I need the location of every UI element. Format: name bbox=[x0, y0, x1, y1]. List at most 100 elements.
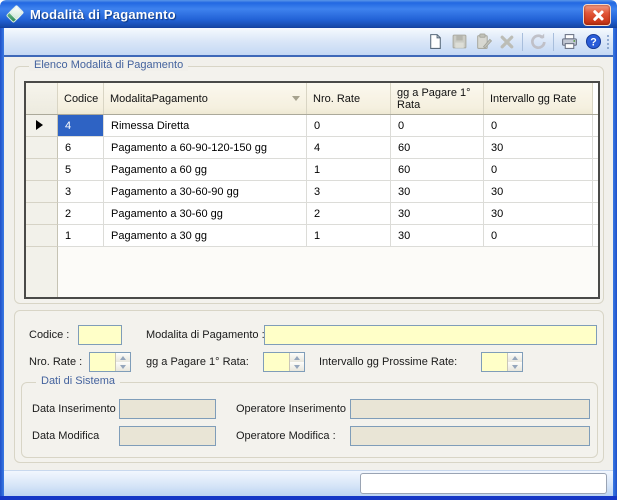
modalita-label: Modalita di Pagamento : bbox=[146, 325, 265, 345]
nro-rate-stepper[interactable] bbox=[89, 352, 131, 372]
client-area: Elenco Modalità di Pagamento Codice Moda… bbox=[4, 57, 613, 470]
grid-header-nro-rate[interactable]: Nro. Rate bbox=[307, 83, 391, 114]
cell-codice[interactable]: 6 bbox=[58, 137, 104, 159]
cell-nro-rate[interactable]: 0 bbox=[307, 115, 391, 137]
help-icon: ? bbox=[585, 33, 602, 50]
cell-gg-pagare[interactable]: 0 bbox=[391, 115, 484, 137]
toolbar-separator bbox=[553, 33, 554, 51]
app-window: Modalità di Pagamento bbox=[0, 0, 617, 500]
cell-gg-pagare[interactable]: 30 bbox=[391, 181, 484, 203]
grid-header-intervallo[interactable]: Intervallo gg Rate bbox=[484, 83, 593, 114]
row-selector-cell[interactable] bbox=[26, 137, 58, 159]
titlebar[interactable]: Modalità di Pagamento bbox=[0, 0, 617, 28]
table-row[interactable]: 3 Pagamento a 30-60-90 gg 3 30 30 bbox=[26, 181, 598, 203]
intervallo-stepper[interactable] bbox=[481, 352, 523, 372]
window-title: Modalità di Pagamento bbox=[30, 7, 176, 22]
cell-nro-rate[interactable]: 2 bbox=[307, 203, 391, 225]
table-row[interactable]: 1 Pagamento a 30 gg 1 30 0 bbox=[26, 225, 598, 247]
spin-up-icon[interactable] bbox=[290, 353, 304, 362]
cell-codice[interactable]: 3 bbox=[58, 181, 104, 203]
new-button[interactable] bbox=[423, 30, 447, 53]
cell-gg-pagare[interactable]: 30 bbox=[391, 225, 484, 247]
grid-header-gg-pagare[interactable]: gg a Pagare 1° Rata bbox=[391, 83, 484, 114]
cell-nro-rate[interactable]: 1 bbox=[307, 159, 391, 181]
cell-nro-rate[interactable]: 4 bbox=[307, 137, 391, 159]
delete-button bbox=[495, 30, 519, 53]
table-row[interactable]: 6 Pagamento a 60-90-120-150 gg 4 60 30 bbox=[26, 137, 598, 159]
save-button bbox=[447, 30, 471, 53]
spin-down-icon[interactable] bbox=[508, 362, 522, 371]
gg-pagare-stepper[interactable] bbox=[263, 352, 305, 372]
nro-rate-label: Nro. Rate : bbox=[29, 352, 82, 372]
cell-intervallo[interactable]: 30 bbox=[484, 203, 593, 225]
spin-up-icon[interactable] bbox=[508, 353, 522, 362]
cell-modalita[interactable]: Rimessa Diretta bbox=[104, 115, 307, 137]
cell-intervallo[interactable]: 0 bbox=[484, 225, 593, 247]
nro-rate-input[interactable] bbox=[90, 353, 115, 371]
sort-arrow-icon bbox=[292, 96, 300, 101]
cell-gg-pagare[interactable]: 60 bbox=[391, 159, 484, 181]
row-selector-cell[interactable] bbox=[26, 225, 58, 247]
spin-down-icon[interactable] bbox=[116, 362, 130, 371]
close-button[interactable] bbox=[583, 4, 611, 26]
cell-modalita[interactable]: Pagamento a 60-90-120-150 gg bbox=[104, 137, 307, 159]
intervallo-input[interactable] bbox=[482, 353, 507, 371]
cell-filler bbox=[593, 115, 600, 137]
cell-codice[interactable]: 2 bbox=[58, 203, 104, 225]
cell-intervallo[interactable]: 0 bbox=[484, 159, 593, 181]
grid-header-modalita[interactable]: ModalitaPagamento bbox=[104, 83, 307, 114]
spin-down-icon[interactable] bbox=[290, 362, 304, 371]
cell-gg-pagare[interactable]: 30 bbox=[391, 203, 484, 225]
data-inserimento-field bbox=[119, 399, 216, 419]
cell-codice[interactable]: 4 bbox=[58, 115, 104, 137]
cell-intervallo[interactable]: 30 bbox=[484, 181, 593, 203]
gg-pagare-label: gg a Pagare 1° Rata: bbox=[146, 352, 249, 372]
groupbox-elenco-title: Elenco Modalità di Pagamento bbox=[29, 59, 188, 71]
cell-nro-rate[interactable]: 1 bbox=[307, 225, 391, 247]
row-selector-cell[interactable] bbox=[26, 181, 58, 203]
cell-intervallo[interactable]: 30 bbox=[484, 137, 593, 159]
cell-nro-rate[interactable]: 3 bbox=[307, 181, 391, 203]
intervallo-label: Intervallo gg Prossime Rate: bbox=[319, 352, 457, 372]
table-row[interactable]: 4 Rimessa Diretta 0 0 0 bbox=[26, 115, 598, 137]
close-icon bbox=[592, 10, 603, 21]
cell-codice[interactable]: 5 bbox=[58, 159, 104, 181]
delete-x-icon bbox=[499, 33, 516, 50]
toolbar-grip[interactable] bbox=[607, 32, 611, 52]
cell-filler bbox=[593, 137, 600, 159]
print-button[interactable] bbox=[557, 30, 581, 53]
cell-filler bbox=[593, 203, 600, 225]
help-button[interactable]: ? bbox=[581, 30, 605, 53]
gg-pagare-input[interactable] bbox=[264, 353, 289, 371]
cell-modalita[interactable]: Pagamento a 30-60-90 gg bbox=[104, 181, 307, 203]
spin-up-icon[interactable] bbox=[116, 353, 130, 362]
codice-label: Codice : bbox=[29, 325, 69, 345]
groupbox-elenco: Elenco Modalità di Pagamento Codice Moda… bbox=[14, 66, 604, 304]
cell-modalita[interactable]: Pagamento a 60 gg bbox=[104, 159, 307, 181]
table-row[interactable]: 2 Pagamento a 30-60 gg 2 30 30 bbox=[26, 203, 598, 225]
groupbox-dati-sistema: Dati di Sistema Data Inserimento Operato… bbox=[21, 382, 598, 458]
operatore-inserimento-label: Operatore Inserimento : bbox=[236, 399, 352, 419]
window-border-right bbox=[613, 28, 617, 500]
edit-button bbox=[471, 30, 495, 53]
new-document-icon bbox=[427, 33, 444, 50]
row-selector-cell[interactable] bbox=[26, 203, 58, 225]
codice-input[interactable] bbox=[78, 325, 122, 345]
cell-codice[interactable]: 1 bbox=[58, 225, 104, 247]
grid-body: 4 Rimessa Diretta 0 0 0 6 Pagamento a 60… bbox=[26, 115, 598, 297]
payment-grid: Codice ModalitaPagamento Nro. Rate gg a … bbox=[24, 81, 600, 299]
row-selector-cell[interactable] bbox=[26, 115, 58, 137]
cell-modalita[interactable]: Pagamento a 30 gg bbox=[104, 225, 307, 247]
cell-intervallo[interactable]: 0 bbox=[484, 115, 593, 137]
cell-modalita[interactable]: Pagamento a 30-60 gg bbox=[104, 203, 307, 225]
table-row[interactable]: 5 Pagamento a 60 gg 1 60 0 bbox=[26, 159, 598, 181]
window-border-bottom bbox=[0, 496, 617, 500]
grid-header-codice[interactable]: Codice bbox=[58, 83, 104, 114]
modalita-input[interactable] bbox=[264, 325, 597, 345]
refresh-arrow-icon bbox=[529, 33, 547, 51]
save-diskette-icon bbox=[451, 33, 468, 50]
row-selector-cell[interactable] bbox=[26, 159, 58, 181]
cell-gg-pagare[interactable]: 60 bbox=[391, 137, 484, 159]
groupbox-form: Codice : Modalita di Pagamento : Nro. Ra… bbox=[14, 310, 604, 463]
data-inserimento-label: Data Inserimento bbox=[32, 399, 116, 419]
